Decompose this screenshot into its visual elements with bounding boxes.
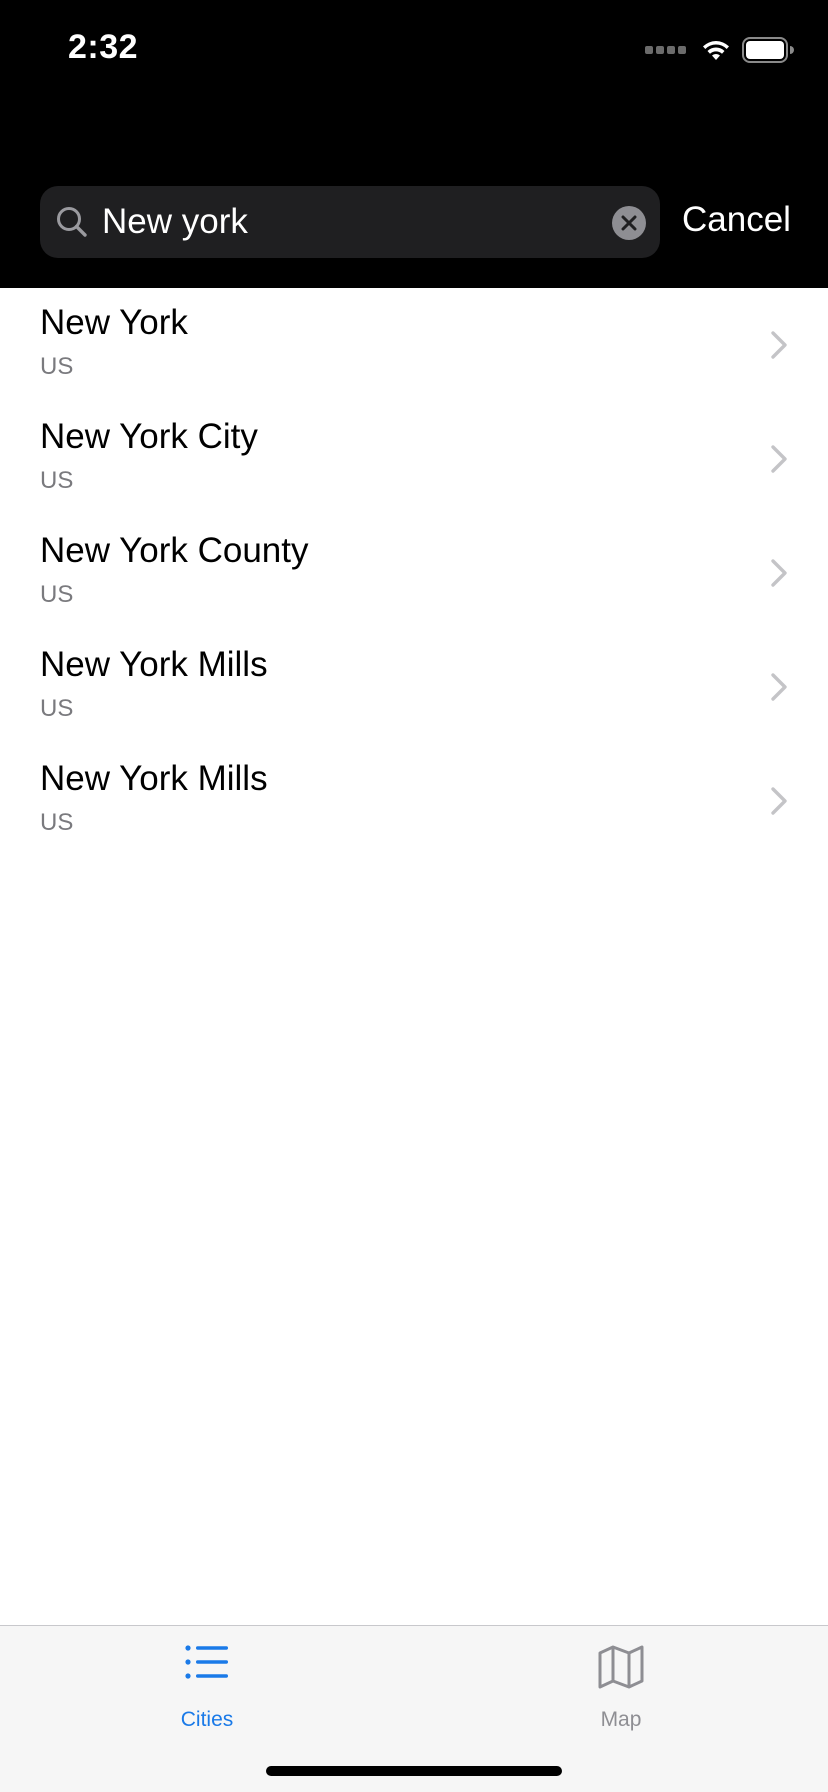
- tab-label: Cities: [180, 1708, 234, 1731]
- wifi-icon: [703, 41, 729, 60]
- city-name: New York Mills: [40, 759, 268, 798]
- search-bar[interactable]: New york: [40, 186, 660, 258]
- country-code: US: [40, 581, 74, 608]
- search-input[interactable]: New york: [102, 202, 248, 242]
- city-name: New York Mills: [40, 645, 268, 684]
- list-item[interactable]: New York City US: [0, 402, 828, 516]
- clear-icon: [621, 215, 637, 231]
- country-code: US: [40, 467, 74, 494]
- clear-search-button[interactable]: [612, 206, 646, 240]
- city-name: New York: [40, 303, 188, 342]
- chevron-right-icon: [771, 331, 787, 359]
- tab-map[interactable]: Map: [414, 1626, 828, 1736]
- country-code: US: [40, 353, 74, 380]
- search-icon: [57, 207, 87, 237]
- country-code: US: [40, 809, 74, 836]
- chevron-right-icon: [771, 445, 787, 473]
- list-item[interactable]: New York Mills US: [0, 744, 828, 858]
- chevron-right-icon: [771, 787, 787, 815]
- list-item[interactable]: New York County US: [0, 516, 828, 630]
- list-item[interactable]: New York Mills US: [0, 630, 828, 744]
- screen: 2:32 New york Cancel New York US New Yor…: [0, 0, 828, 1792]
- chevron-right-icon: [771, 559, 787, 587]
- battery-icon: [742, 37, 794, 63]
- list-item[interactable]: New York US: [0, 288, 828, 402]
- header: 2:32 New york Cancel: [0, 0, 828, 288]
- map-icon: [598, 1645, 644, 1689]
- results-list: New York US New York City US New York Co…: [0, 288, 828, 858]
- cellular-signal-icon: [645, 46, 686, 54]
- country-code: US: [40, 695, 74, 722]
- list-icon: [185, 1645, 228, 1679]
- city-name: New York City: [40, 417, 258, 456]
- home-indicator: [266, 1766, 562, 1776]
- city-name: New York County: [40, 531, 309, 570]
- status-icons: [645, 36, 794, 64]
- cancel-button[interactable]: Cancel: [682, 196, 791, 244]
- tab-label: Map: [600, 1708, 642, 1731]
- tab-cities[interactable]: Cities: [0, 1626, 414, 1736]
- status-time: 2:32: [68, 28, 139, 66]
- chevron-right-icon: [771, 673, 787, 701]
